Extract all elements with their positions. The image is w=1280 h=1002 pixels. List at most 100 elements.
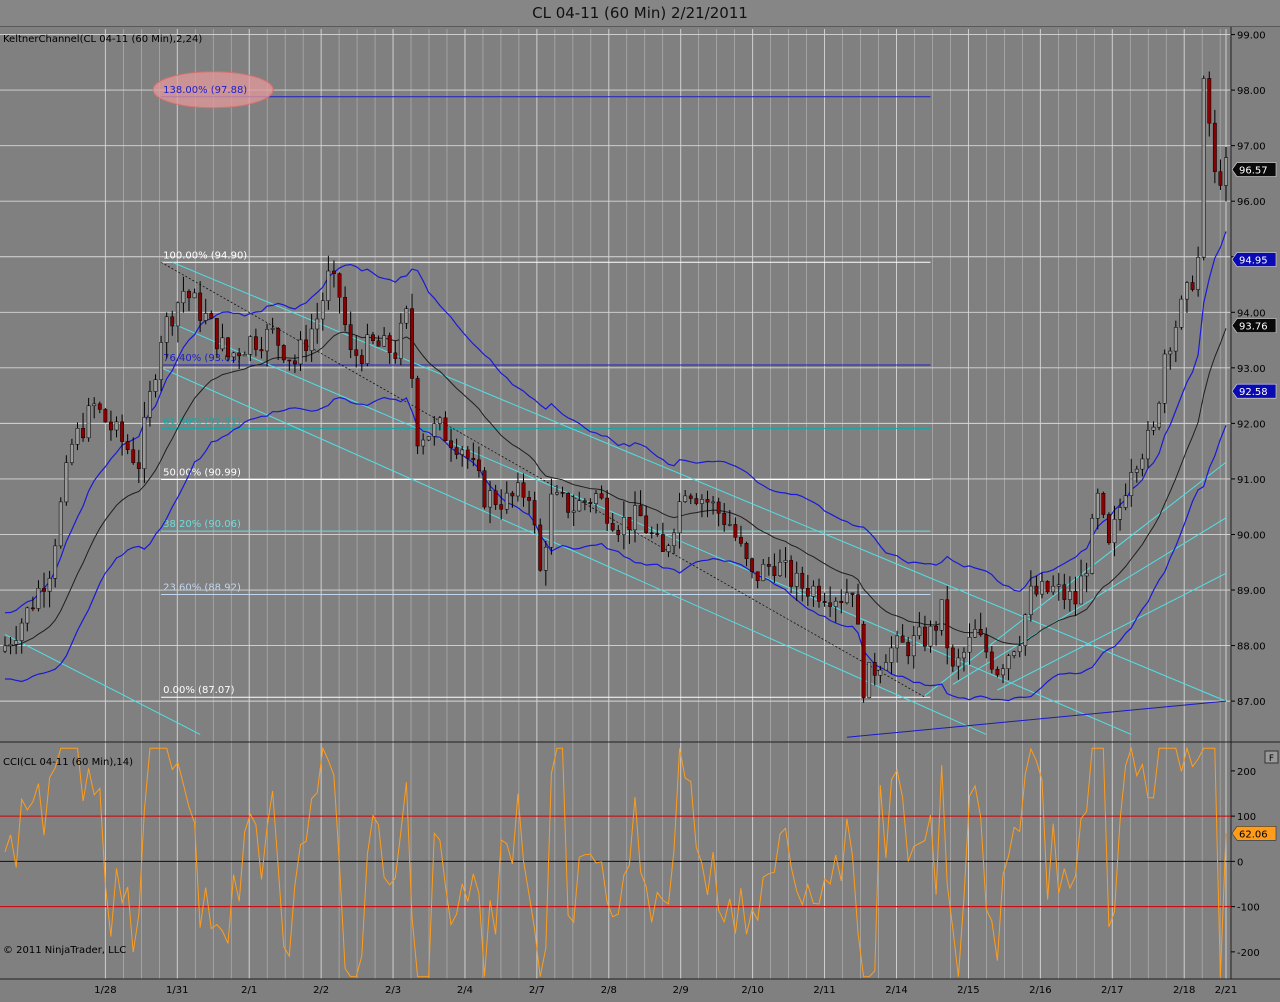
candle-body <box>298 339 303 365</box>
chart-canvas[interactable]: 138.00% (97.88)100.00% (94.90)76.40% (93… <box>0 27 1280 1002</box>
candle-body <box>984 634 989 653</box>
candle-body <box>371 334 375 341</box>
price-tick-label: 87.00 <box>1237 697 1266 708</box>
candle-body <box>844 592 849 604</box>
candle-body <box>1051 585 1056 593</box>
candle-body <box>543 546 548 571</box>
candle-body <box>292 360 297 365</box>
candle-body <box>482 470 487 508</box>
candle-body <box>1218 171 1223 186</box>
candle <box>939 599 944 636</box>
candle-body <box>1140 458 1145 470</box>
candle-body <box>393 352 398 359</box>
candle-body <box>1162 353 1167 404</box>
candle-body <box>588 501 593 504</box>
candle-body <box>1023 614 1028 646</box>
candle-body <box>449 440 453 448</box>
candle-body <box>265 329 269 352</box>
candle-body <box>934 625 939 631</box>
candle-body <box>1028 585 1033 615</box>
candle-body <box>599 493 604 499</box>
candle-body <box>1073 591 1078 605</box>
candle <box>415 375 420 455</box>
candle-body <box>30 607 35 610</box>
price-tag-label: 94.95 <box>1239 256 1268 267</box>
candle-body <box>638 505 643 517</box>
candle-body <box>1084 573 1089 577</box>
candle-body <box>772 566 777 576</box>
candle-body <box>1157 403 1162 428</box>
candle-body <box>660 534 665 552</box>
candle-body <box>705 499 710 503</box>
candle-body <box>198 292 203 321</box>
candle <box>1201 75 1206 261</box>
cci-tick-label: 100 <box>1237 812 1256 823</box>
candle-body <box>488 490 492 508</box>
candle-body <box>471 458 476 461</box>
candle-body <box>153 379 158 392</box>
candle-body <box>883 662 888 671</box>
candle-body <box>1112 519 1117 544</box>
candle-body <box>861 623 866 699</box>
candle-body <box>214 318 219 350</box>
date-tick-label: 2/10 <box>741 985 763 996</box>
candle-body <box>287 359 292 362</box>
candle-body <box>187 291 191 299</box>
fib-level-label: 50.00% (90.99) <box>163 467 241 478</box>
candle-body <box>14 640 19 645</box>
candle-body <box>326 270 331 301</box>
candle-body <box>36 588 41 609</box>
candle-body <box>900 635 905 643</box>
price-tick-label: 97.00 <box>1237 142 1266 153</box>
candle <box>58 497 63 549</box>
candle-body <box>337 273 342 298</box>
price-tag-label: 93.76 <box>1239 322 1268 333</box>
candle <box>64 455 69 506</box>
candle-body <box>1151 426 1156 431</box>
candle-body <box>69 444 74 463</box>
candle-body <box>828 602 833 607</box>
price-tick-label: 90.00 <box>1237 530 1266 541</box>
candle <box>867 662 872 699</box>
candle <box>1045 580 1050 594</box>
date-tick-label: 2/18 <box>1173 985 1195 996</box>
candle-body <box>432 423 437 437</box>
date-tick-label: 2/3 <box>385 985 401 996</box>
candle-body <box>616 529 621 536</box>
candle-body <box>253 336 258 350</box>
cci-tick-label: 200 <box>1237 767 1256 778</box>
candle-body <box>1134 468 1139 473</box>
candle-body <box>359 355 364 364</box>
date-tick-label: 2/2 <box>313 985 329 996</box>
candle-body <box>109 421 113 431</box>
price-panel-bg <box>0 29 1230 740</box>
candle-body <box>889 647 894 663</box>
candle-body <box>973 629 978 638</box>
candle-body <box>683 495 688 502</box>
candle-body <box>582 500 587 503</box>
panel-f-button[interactable]: F <box>1264 750 1279 764</box>
fib-level-label: 138.00% (97.88) <box>163 85 247 96</box>
candle-body <box>733 524 738 538</box>
price-tag-label: 92.58 <box>1239 387 1268 398</box>
candle-body <box>1207 78 1212 124</box>
candle-body <box>220 337 225 350</box>
date-tick-label: 2/11 <box>813 985 835 996</box>
candle-body <box>560 492 565 494</box>
candle-body <box>1146 430 1150 460</box>
candle-body <box>778 561 782 576</box>
price-tick-label: 89.00 <box>1237 586 1266 597</box>
candle-body <box>42 588 46 592</box>
candle-body <box>995 668 1000 676</box>
candle-body <box>281 345 286 361</box>
candle-body <box>86 405 91 439</box>
candle-body <box>493 490 498 505</box>
candle-body <box>605 497 610 524</box>
candle-body <box>465 449 470 459</box>
candle-body <box>1196 257 1201 290</box>
candle-body <box>805 587 810 597</box>
candle-body <box>209 313 214 319</box>
candle <box>482 467 487 510</box>
candle-body <box>181 291 186 304</box>
date-tick-label: 2/1 <box>241 985 257 996</box>
